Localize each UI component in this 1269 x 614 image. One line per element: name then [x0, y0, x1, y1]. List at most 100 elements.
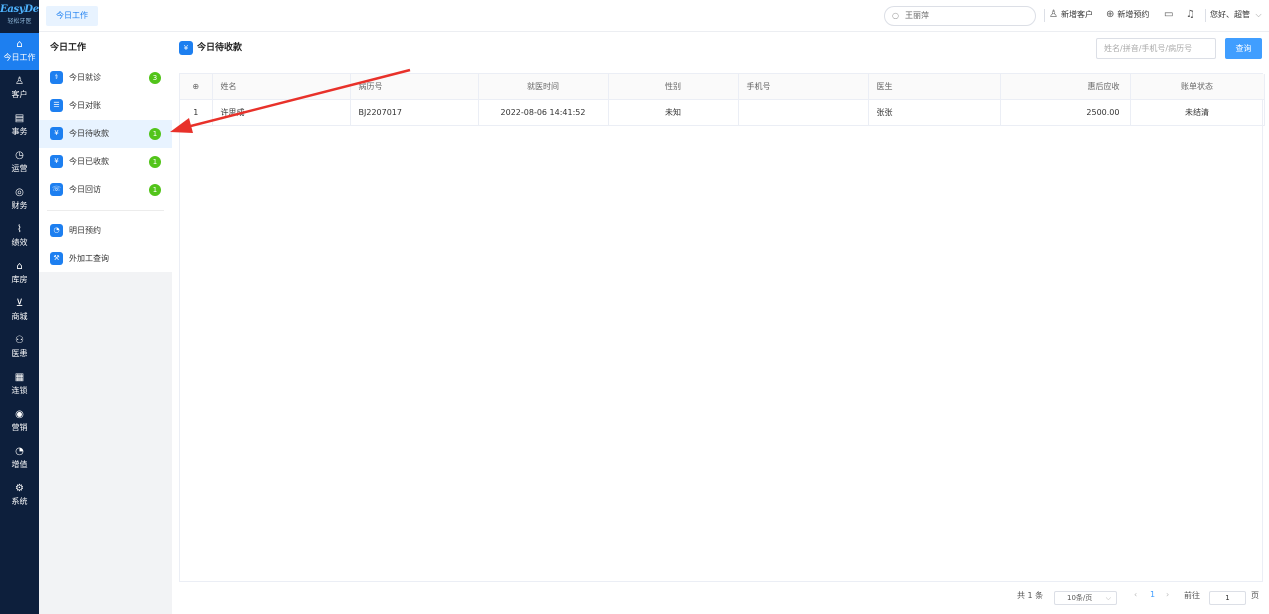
row-index: 1 — [180, 99, 213, 126]
search-icon: ○ — [892, 11, 899, 20]
submenu-item-label: 外加工查询 — [69, 254, 109, 263]
nav-item-5[interactable]: ⌇ 绩效 — [0, 218, 39, 255]
table-header-row: ⊕ 姓名 病历号 就医时间 性别 手机号 医生 惠后应收 账单状态 — [180, 74, 1265, 100]
greeting-text: 您好、超管 — [1210, 10, 1250, 19]
submenu-item-2[interactable]: ¥ 今日待收款 1 — [39, 120, 172, 148]
submenu-item-6[interactable]: ⚒ 外加工查询 — [39, 245, 172, 273]
nav-item-label: 事务 — [11, 127, 28, 136]
people-icon: ⚇ — [15, 335, 24, 346]
bell-icon[interactable]: ♫ — [1186, 9, 1198, 20]
query-input[interactable]: 姓名/拼音/手机号/病历号 — [1096, 38, 1216, 59]
nav-item-label: 商城 — [11, 312, 28, 321]
new-customer-button[interactable]: ♙ 新增客户 — [1049, 9, 1093, 20]
column-header: 性别 — [608, 74, 739, 100]
next-page-icon[interactable]: › — [1166, 590, 1169, 599]
goto-label: 前往 — [1184, 591, 1200, 600]
pagination-total: 共 1 条 — [1017, 591, 1044, 600]
cell-record-no: BJ2207017 — [350, 99, 479, 126]
cell-gender: 未知 — [608, 99, 739, 126]
global-search-input[interactable]: ○ 王丽萍 — [884, 6, 1036, 26]
nav-item-3[interactable]: ◷ 运营 — [0, 144, 39, 181]
nav-item-label: 医患 — [11, 349, 28, 358]
search-value: 王丽萍 — [905, 11, 929, 20]
new-appointment-label: 新增预约 — [1117, 10, 1150, 19]
nav-item-11[interactable]: ◔ 增值 — [0, 440, 39, 477]
chart-icon: ⌇ — [17, 224, 22, 235]
goto-page-input[interactable]: 1 — [1209, 591, 1246, 605]
nav-item-label: 连锁 — [11, 386, 28, 395]
submenu-item-4[interactable]: ☏ 今日回访 1 — [39, 176, 172, 204]
nav-item-9[interactable]: ▦ 连锁 — [0, 366, 39, 403]
menu-icon: ¥ — [50, 127, 63, 140]
main-content: ¥ 今日待收款 姓名/拼音/手机号/病历号 查询 ⊕ 姓名 病历号 就医时间 性… — [172, 32, 1269, 614]
query-button[interactable]: 查询 — [1225, 38, 1262, 59]
cell-amount: 2500.00 — [1000, 99, 1131, 126]
task-icon: ▤ — [14, 113, 25, 124]
page-number[interactable]: 1 — [1150, 590, 1155, 599]
clock-icon: ◷ — [15, 150, 24, 161]
cell-doctor: 张张 — [868, 99, 1001, 126]
user-menu[interactable]: 您好、超管 ⌵ — [1210, 9, 1262, 20]
cell-phone — [738, 99, 869, 126]
finance-icon: ◎ — [15, 187, 24, 198]
table-row[interactable]: 1 许思成 BJ2207017 2022-08-06 14:41:52 未知 张… — [180, 99, 1265, 126]
submenu-item-5[interactable]: ◔ 明日预约 — [39, 217, 172, 245]
column-header: 就医时间 — [478, 74, 609, 100]
message-icon[interactable]: ▭ — [1164, 9, 1176, 20]
chain-icon: ▦ — [14, 372, 25, 383]
nav-item-label: 客户 — [11, 90, 28, 99]
page-size-value: 10条/页 — [1067, 594, 1093, 602]
user-icon: ♙ — [15, 76, 24, 87]
cell-status: 未结清 — [1130, 99, 1265, 126]
column-header: 姓名 — [212, 74, 351, 100]
cell-name[interactable]: 许思成 — [212, 99, 351, 126]
gear-icon: ⚙ — [15, 483, 24, 494]
nav-item-2[interactable]: ▤ 事务 — [0, 107, 39, 144]
nav-item-4[interactable]: ◎ 财务 — [0, 181, 39, 218]
brand-logo: EasyDent 轻松牙医 — [0, 0, 39, 33]
column-settings-icon[interactable]: ⊕ — [180, 74, 213, 100]
menu-icon: ☰ — [50, 99, 63, 112]
prev-page-icon[interactable]: ‹ — [1134, 590, 1137, 599]
submenu-item-0[interactable]: ⚕ 今日就诊 3 — [39, 64, 172, 92]
cart-icon: ⊻ — [15, 298, 24, 309]
count-badge: 1 — [149, 156, 161, 168]
menu-icon: ◔ — [50, 224, 63, 237]
warehouse-icon: ⌂ — [16, 261, 23, 272]
nav-item-1[interactable]: ♙ 客户 — [0, 70, 39, 107]
submenu-item-label: 今日待收款 — [69, 129, 109, 138]
submenu-item-label: 今日已收款 — [69, 157, 109, 166]
nav-item-0[interactable]: ⌂ 今日工作 — [0, 33, 39, 70]
nav-item-8[interactable]: ⚇ 医患 — [0, 329, 39, 366]
value-icon: ◔ — [15, 446, 24, 457]
nav-item-label: 今日工作 — [3, 53, 36, 62]
new-appointment-button[interactable]: ⊕ 新增预约 — [1106, 9, 1149, 20]
submenu-title: 今日工作 — [50, 43, 87, 53]
nav-item-7[interactable]: ⊻ 商城 — [0, 292, 39, 329]
count-badge: 1 — [149, 128, 161, 140]
nav-item-6[interactable]: ⌂ 库房 — [0, 255, 39, 292]
submenu-item-3[interactable]: ¥ 今日已收款 1 — [39, 148, 172, 176]
submenu-item-label: 今日对账 — [69, 101, 101, 110]
user-add-icon: ♙ — [1049, 9, 1058, 20]
submenu-item-label: 明日预约 — [69, 226, 101, 235]
submenu-divider — [47, 210, 164, 211]
nav-item-label: 系统 — [11, 497, 28, 506]
count-badge: 1 — [149, 184, 161, 196]
menu-icon: ⚒ — [50, 252, 63, 265]
tab-today-work[interactable]: 今日工作 — [46, 6, 98, 26]
page-size-select[interactable]: 10条/页 ⌵ — [1054, 591, 1117, 605]
page-title: 今日待收款 — [197, 43, 243, 53]
column-header: 手机号 — [738, 74, 869, 100]
submenu-item-label: 今日回访 — [69, 185, 101, 194]
nav-item-10[interactable]: ◉ 营销 — [0, 403, 39, 440]
receivable-icon: ¥ — [179, 41, 193, 55]
nav-item-label: 库房 — [11, 275, 28, 284]
submenu-item-1[interactable]: ☰ 今日对账 — [39, 92, 172, 120]
brand-subtitle: 轻松牙医 — [7, 18, 32, 25]
cell-visit-time: 2022-08-06 14:41:52 — [478, 99, 609, 126]
column-header: 病历号 — [350, 74, 479, 100]
chevron-down-icon: ⌵ — [1255, 10, 1262, 19]
nav-item-label: 营销 — [11, 423, 28, 432]
nav-item-12[interactable]: ⚙ 系统 — [0, 477, 39, 514]
